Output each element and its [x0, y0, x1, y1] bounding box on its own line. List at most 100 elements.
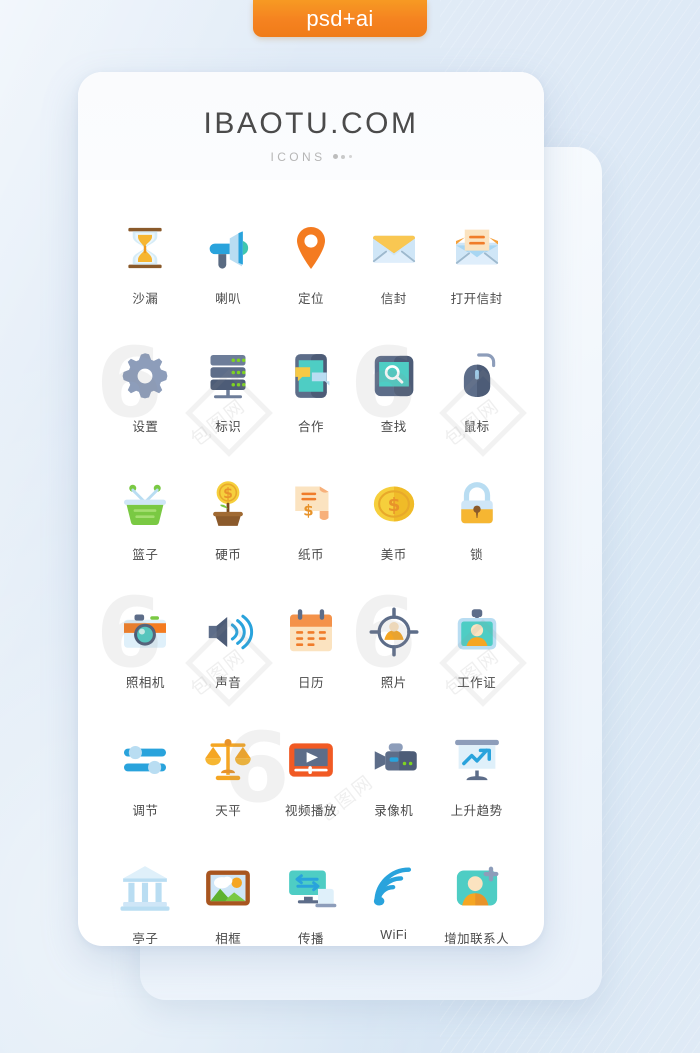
- svg-text:$: $: [223, 486, 233, 502]
- lock-icon: [449, 476, 505, 532]
- icon-cell-lock[interactable]: 锁: [435, 476, 518, 563]
- hourglass-icon: [117, 220, 173, 276]
- id-badge-icon: [449, 604, 505, 660]
- icon-cell-coin-plant[interactable]: $ 硬币: [187, 476, 270, 563]
- subtitle-row: ICONS: [270, 149, 352, 164]
- icon-label: 硬币: [215, 548, 242, 562]
- icon-label: 喇叭: [215, 292, 242, 306]
- icon-label: 篮子: [132, 548, 159, 562]
- icon-cell-sync-devices[interactable]: 传播: [270, 860, 353, 946]
- icon-cell-calendar[interactable]: 日历: [270, 604, 353, 691]
- icon-label: 亭子: [132, 932, 159, 946]
- icon-label: 天平: [215, 804, 242, 818]
- subtitle-dots: [332, 154, 352, 159]
- icon-cell-open-envelope[interactable]: 打开信封: [435, 220, 518, 307]
- icon-label: 查找: [380, 420, 407, 434]
- icon-cell-trend-up-chart[interactable]: 上升趋势: [435, 732, 518, 819]
- icon-label: 声音: [215, 676, 242, 690]
- card-header: IBAOTU.COM ICONS: [78, 72, 544, 180]
- icon-label: 标识: [215, 420, 242, 434]
- basket-icon: [117, 476, 173, 532]
- icon-label: 锁: [470, 548, 484, 562]
- icon-cell-gear[interactable]: 设置: [104, 348, 187, 435]
- icon-label: 照相机: [125, 676, 165, 690]
- sync-devices-icon: [283, 860, 339, 916]
- page-title: IBAOTU.COM: [203, 106, 419, 140]
- icon-cell-balance-scale[interactable]: 天平: [187, 732, 270, 819]
- photo-frame-icon: [200, 860, 256, 916]
- icon-cell-megaphone[interactable]: 喇叭: [187, 220, 270, 307]
- icon-label: 工作证: [457, 676, 497, 690]
- icon-label: 录像机: [374, 804, 414, 818]
- calendar-icon: [283, 604, 339, 660]
- megaphone-icon: [200, 220, 256, 276]
- video-camera-icon: [366, 732, 422, 788]
- icon-cell-sliders[interactable]: 调节: [104, 732, 187, 819]
- icon-cell-mouse[interactable]: 鼠标: [435, 348, 518, 435]
- icon-cell-id-badge[interactable]: 工作证: [435, 604, 518, 691]
- icon-label: 日历: [297, 676, 324, 690]
- icon-label: 沙漏: [132, 292, 159, 306]
- coin-plant-icon: $: [200, 476, 256, 532]
- icon-label: 视频播放: [284, 804, 337, 818]
- photo-focus-icon: [366, 604, 422, 660]
- svg-text:$: $: [387, 495, 400, 516]
- pavilion-bank-icon: [117, 860, 173, 916]
- icon-label: 相框: [215, 932, 242, 946]
- svg-text:$: $: [303, 501, 313, 519]
- icon-cell-chat-cooperation[interactable]: 合作: [270, 348, 353, 435]
- icon-showcase-card: IBAOTU.COM ICONS 沙漏 喇叭 定位 信封 打开信封 设置 标识 …: [78, 72, 544, 946]
- icon-label: 定位: [297, 292, 324, 306]
- sound-icon: [200, 604, 256, 660]
- balance-scale-icon: [200, 732, 256, 788]
- psd-ai-badge: psd+ai: [253, 0, 427, 37]
- icon-cell-hourglass[interactable]: 沙漏: [104, 220, 187, 307]
- icon-cell-sound[interactable]: 声音: [187, 604, 270, 691]
- icon-label: 设置: [132, 420, 159, 434]
- icon-label: 照片: [380, 676, 407, 690]
- icon-cell-photo-focus[interactable]: 照片: [352, 604, 435, 691]
- icon-cell-server[interactable]: 标识: [187, 348, 270, 435]
- icon-cell-video-camera[interactable]: 录像机: [352, 732, 435, 819]
- icon-cell-add-contact[interactable]: 增加联系人: [435, 860, 518, 946]
- icon-cell-pavilion-bank[interactable]: 亭子: [104, 860, 187, 946]
- trend-up-chart-icon: [449, 732, 505, 788]
- server-icon: [200, 348, 256, 404]
- icon-cell-dollar-coin[interactable]: $ 美币: [352, 476, 435, 563]
- mouse-icon: [449, 348, 505, 404]
- chat-cooperation-icon: [283, 348, 339, 404]
- camera-icon: [117, 604, 173, 660]
- icon-label: 合作: [297, 420, 324, 434]
- search-screen-icon: [366, 348, 422, 404]
- icon-cell-photo-frame[interactable]: 相框: [187, 860, 270, 946]
- icon-cell-banknote[interactable]: $ 纸币: [270, 476, 353, 563]
- icon-cell-camera[interactable]: 照相机: [104, 604, 187, 691]
- sliders-icon: [117, 732, 173, 788]
- icon-cell-video-play[interactable]: 视频播放: [270, 732, 353, 819]
- icon-label: 打开信封: [450, 292, 503, 306]
- video-play-icon: [283, 732, 339, 788]
- open-envelope-icon: [449, 220, 505, 276]
- banknote-icon: $: [283, 476, 339, 532]
- dollar-coin-icon: $: [366, 476, 422, 532]
- icon-label: 纸币: [297, 548, 324, 562]
- icon-label: 调节: [132, 804, 159, 818]
- icon-label: 传播: [297, 932, 324, 946]
- icon-cell-location-pin[interactable]: 定位: [270, 220, 353, 307]
- icon-cell-search-screen[interactable]: 查找: [352, 348, 435, 435]
- wifi-icon: [366, 860, 422, 916]
- gear-icon: [117, 348, 173, 404]
- icon-label: 信封: [380, 292, 407, 306]
- icon-label: WiFi: [380, 928, 408, 942]
- icon-grid: 沙漏 喇叭 定位 信封 打开信封 设置 标识 合作 查找 鼠标 篮子 $ 硬币 …: [78, 180, 544, 946]
- icon-label: 上升趋势: [450, 804, 503, 818]
- icon-label: 增加联系人: [444, 932, 510, 946]
- envelope-icon: [366, 220, 422, 276]
- icon-cell-envelope[interactable]: 信封: [352, 220, 435, 307]
- icon-label: 美币: [380, 548, 407, 562]
- page-subtitle: ICONS: [270, 149, 326, 164]
- add-contact-icon: [449, 860, 505, 916]
- icon-cell-basket[interactable]: 篮子: [104, 476, 187, 563]
- icon-cell-wifi[interactable]: WiFi: [352, 860, 435, 946]
- icon-label: 鼠标: [463, 420, 490, 434]
